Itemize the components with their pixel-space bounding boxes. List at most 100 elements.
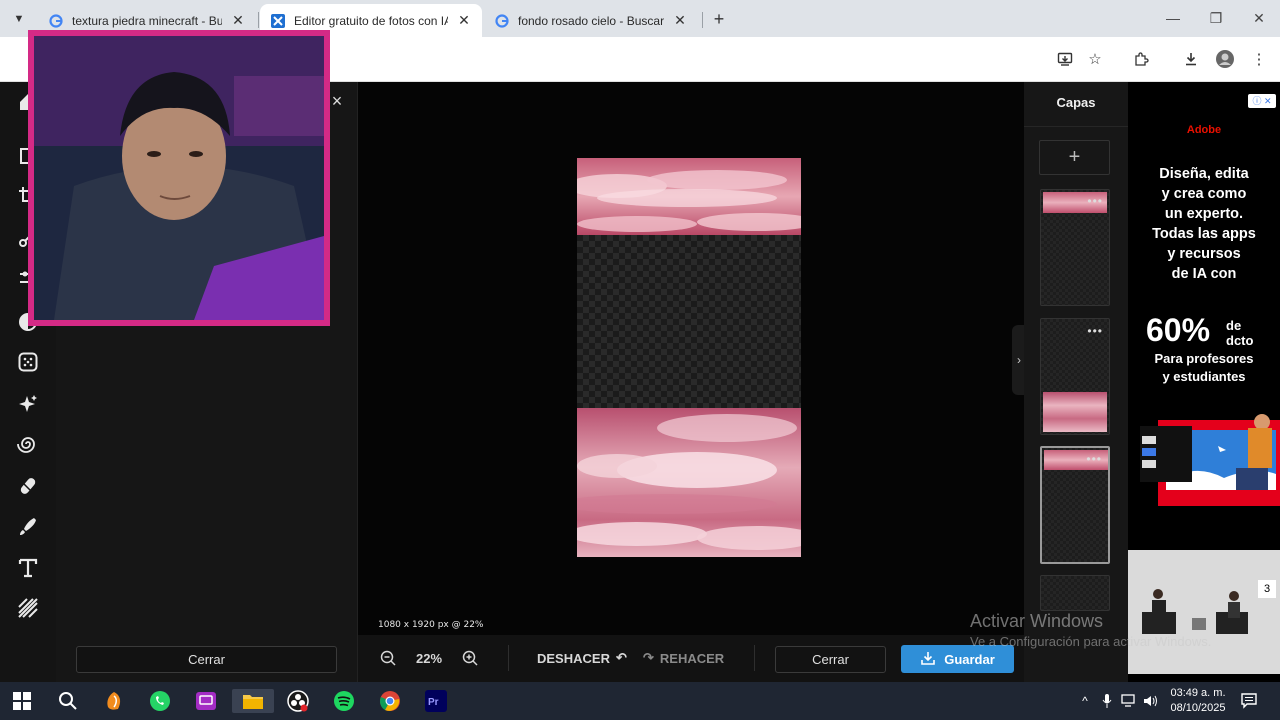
ai-tool-icon[interactable]	[14, 390, 42, 418]
zoom-in-icon[interactable]	[462, 648, 478, 668]
save-label: Guardar	[944, 651, 995, 667]
google-icon	[48, 13, 64, 29]
ad-brand: Adobe	[1186, 124, 1222, 136]
divider	[1024, 126, 1128, 127]
save-button[interactable]: Guardar	[901, 645, 1014, 673]
close-panel-button[interactable]: Cerrar	[76, 646, 337, 673]
svg-text:Pr: Pr	[428, 697, 439, 708]
layer-item[interactable]: •••	[1040, 189, 1110, 306]
canvas-size-label: 1080 x 1920 px @ 22%	[378, 620, 484, 630]
layer-item[interactable]: •••	[1040, 318, 1110, 435]
minimize-icon[interactable]: —	[1161, 6, 1185, 30]
pink-sky-image-bottom[interactable]	[577, 408, 801, 557]
pattern-tool-icon[interactable]	[14, 594, 42, 622]
divider	[508, 645, 509, 671]
network-icon[interactable]	[1120, 692, 1138, 710]
retouch-tool-icon[interactable]	[14, 472, 42, 500]
ad-video[interactable]	[1128, 550, 1280, 674]
more-icon[interactable]: •••	[1086, 452, 1102, 466]
draw-tool-icon[interactable]	[14, 512, 42, 540]
microphone-icon[interactable]	[1098, 692, 1116, 710]
ad-discount-suffix-line: dcto	[1226, 333, 1254, 348]
redo-label: REHACER	[659, 650, 725, 666]
notifications-icon[interactable]	[1240, 692, 1258, 710]
ad-subline: Para profesores y estudiantes	[1128, 350, 1280, 386]
tab-fondo-rosado[interactable]: fondo rosado cielo - Buscar con Google ✕	[484, 4, 698, 37]
add-layer-button[interactable]: +	[1039, 140, 1110, 175]
ad-video-counter: 3	[1258, 580, 1276, 598]
clock-date: 08/10/2025	[1170, 702, 1226, 714]
system-clock[interactable]: 03:49 a. m. 08/10/2025	[1162, 686, 1234, 716]
layers-panel: Capas + ••• ••• •••	[1024, 82, 1128, 682]
more-icon[interactable]: •••	[1087, 194, 1103, 208]
close-icon[interactable]: ×	[328, 92, 346, 110]
tab-title: fondo rosado cielo - Buscar con Google	[518, 13, 664, 28]
show-hidden-icons-icon[interactable]: ^	[1076, 692, 1094, 710]
window-close-icon[interactable]: ✕	[1247, 6, 1271, 30]
bookmark-star-icon[interactable]: ☆	[1084, 48, 1106, 70]
file-explorer-icon[interactable]	[232, 689, 274, 713]
volume-icon[interactable]	[1142, 692, 1160, 710]
close-icon[interactable]: ✕	[230, 12, 246, 29]
windows-activation-subtitle: Ve a Configuración para activar Windows.	[970, 634, 1212, 649]
close-icon[interactable]: ✕	[672, 12, 688, 29]
layer-item-selected[interactable]: •••	[1040, 446, 1110, 564]
adobe-ad[interactable]: ⓘ ✕ Adobe Diseña, edita y crea como un e…	[1128, 82, 1280, 682]
downloads-icon[interactable]	[1180, 48, 1202, 70]
google-icon	[494, 13, 510, 29]
tab-divider	[702, 12, 703, 28]
windows-activation-title: Activar Windows	[970, 611, 1104, 631]
ad-headline: Diseña, edita y crea como un experto. To…	[1128, 164, 1280, 284]
menu-kebab-icon[interactable]: ⋮	[1248, 48, 1270, 70]
tab-title: textura piedra minecraft - Buscar con Go…	[72, 13, 222, 28]
pink-sky-image-top[interactable]	[577, 158, 801, 235]
more-icon[interactable]: •••	[1087, 324, 1103, 338]
undo-icon: ↶	[615, 650, 627, 665]
obs-icon[interactable]	[286, 689, 310, 713]
tab-search-button[interactable]: ▼	[8, 8, 30, 30]
tab-divider	[258, 12, 259, 28]
layer-item[interactable]	[1040, 575, 1110, 611]
redo-button[interactable]: ↷ REHACER	[643, 648, 724, 668]
windows-start-icon[interactable]	[10, 689, 34, 713]
search-icon[interactable]	[56, 689, 80, 713]
webcam-overlay	[28, 30, 330, 326]
windows-taskbar: Pr ^ 03:49 a. m. 08/10/2025	[0, 682, 1280, 720]
install-app-icon[interactable]	[1054, 48, 1076, 70]
layers-title: Capas	[1056, 95, 1096, 110]
ad-discount-suffix-line: de	[1226, 318, 1242, 333]
ad-illustration	[1134, 412, 1280, 524]
chrome-icon[interactable]	[378, 689, 402, 713]
ad-subline-line: y estudiantes	[1162, 369, 1246, 384]
ad-discount: 60%	[1146, 312, 1211, 348]
effects-tool-icon[interactable]	[14, 348, 42, 376]
close-button[interactable]: Cerrar	[775, 646, 886, 673]
pixlr-icon	[270, 13, 286, 29]
ad-headline-line: Todas las apps	[1152, 226, 1256, 242]
zoom-level[interactable]: 22%	[416, 648, 442, 668]
restore-icon[interactable]: ❐	[1204, 6, 1228, 30]
canvas-area[interactable]: 1080 x 1920 px @ 22%	[358, 82, 1024, 635]
chat-app-icon[interactable]	[194, 689, 218, 713]
zoom-out-icon[interactable]	[380, 648, 396, 668]
ad-headline-line: y crea como	[1161, 186, 1247, 202]
clock-time: 03:49 a. m.	[1170, 687, 1226, 699]
premiere-pro-icon[interactable]: Pr	[424, 689, 448, 713]
redo-icon: ↷	[643, 650, 654, 665]
ad-subline-line: Para profesores	[1154, 351, 1254, 366]
whatsapp-icon[interactable]	[148, 689, 172, 713]
editor-bottom-bar: 22% DESHACER ↶ ↷ REHACER Cerrar Guardar	[358, 635, 1024, 682]
liquify-tool-icon[interactable]	[14, 430, 42, 458]
close-icon[interactable]: ✕	[456, 12, 472, 29]
ad-discount-suffix: de dcto	[1226, 318, 1253, 348]
profile-avatar[interactable]	[1214, 48, 1236, 70]
extensions-icon[interactable]	[1130, 48, 1152, 70]
undo-button[interactable]: DESHACER ↶	[537, 648, 627, 668]
document-canvas[interactable]	[577, 158, 801, 557]
ad-choices-icon[interactable]: ⓘ ✕	[1248, 94, 1276, 108]
transparent-area	[577, 235, 801, 408]
new-tab-button[interactable]: +	[708, 8, 730, 30]
spotify-icon[interactable]	[332, 689, 356, 713]
text-tool-icon[interactable]	[14, 554, 42, 582]
fl-studio-icon[interactable]	[102, 689, 126, 713]
